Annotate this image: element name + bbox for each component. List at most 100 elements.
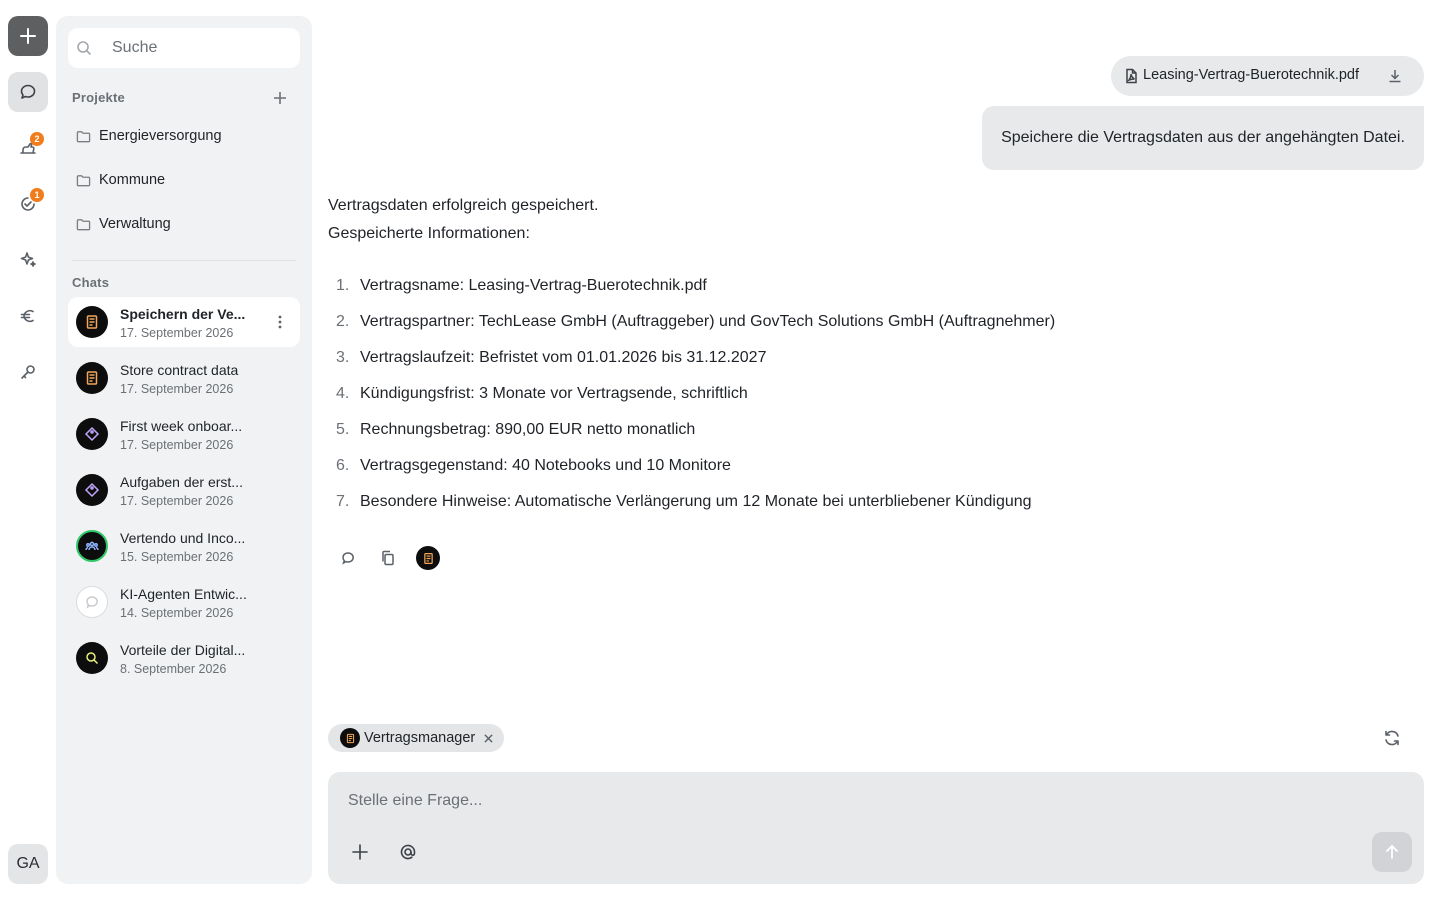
key-icon: [21, 365, 35, 379]
chat-bubble-icon: [20, 84, 36, 99]
list-item-text: Kündigungsfrist: 3 Monate vor Vertragsen…: [360, 385, 748, 402]
chat-item[interactable]: KI-Agenten Entwic... 14. September 2026: [68, 577, 300, 627]
list-item-text: Vertragslaufzeit: Befristet vom 01.01.20…: [360, 349, 767, 366]
chat-date: 8. September 2026: [120, 662, 227, 676]
chat-date: 17. September 2026: [120, 382, 234, 396]
contract-icon: [423, 552, 433, 564]
user-avatar[interactable]: GA: [8, 844, 48, 884]
chat-item[interactable]: First week onboar... 17. September 2026: [68, 409, 300, 459]
assistant-reply: Vertragsdaten erfolgreich gespeichert. G…: [328, 192, 1424, 520]
project-item-energieversorgung[interactable]: Energieversorgung: [68, 118, 300, 154]
nav-rail: 2 1 GA: [0, 0, 56, 900]
project-item-kommune[interactable]: Kommune: [68, 162, 300, 198]
chat-date: 17. September 2026: [120, 326, 234, 340]
project-label: Kommune: [99, 172, 166, 188]
list-item: 4. Kündigungsfrist: 3 Monate vor Vertrags…: [328, 376, 1424, 412]
list-item: 2. Vertragspartner: TechLease GmbH (Auftr…: [328, 304, 1424, 340]
chat-title: Aufgaben der erst...: [120, 474, 243, 490]
chat-item[interactable]: Vorteile der Digital... 8. September 202…: [68, 633, 300, 683]
list-number: 7.: [336, 493, 350, 510]
list-number: 1.: [336, 277, 350, 294]
chat-title: Speichern der Ve...: [120, 306, 246, 322]
notification-badge: 2: [30, 132, 44, 146]
list-item: 1. Vertragsname: Leasing-Vertrag-Buerotec…: [328, 268, 1424, 304]
contract-icon: [76, 306, 108, 338]
folder-icon: [76, 130, 91, 142]
reply-intro-line: Gespeicherte Informationen:: [328, 225, 530, 242]
chat-title: KI-Agenten Entwic...: [120, 586, 247, 602]
agent-avatar-button[interactable]: [416, 546, 440, 570]
mention-button[interactable]: [394, 838, 422, 866]
list-item-text: Vertragspartner: TechLease GmbH (Auftrag…: [360, 313, 1056, 330]
chat-title: Vorteile der Digital...: [120, 642, 246, 658]
user-message-text: Speichere die Vertragsdaten aus der ange…: [1001, 129, 1405, 146]
send-button[interactable]: [1372, 832, 1412, 872]
search-icon: [76, 40, 92, 56]
chat-title: First week onboar...: [120, 418, 243, 434]
copy-icon: [382, 550, 394, 566]
copy-button[interactable]: [376, 546, 400, 570]
agents-nav-button[interactable]: [8, 240, 48, 280]
sparkle-icon: [20, 252, 36, 267]
remove-agent-button[interactable]: [480, 730, 496, 746]
list-item: 3. Vertragslaufzeit: Befristet vom 01.01.…: [328, 340, 1424, 376]
search-box[interactable]: [68, 28, 300, 68]
saved-info-list: 1. Vertragsname: Leasing-Vertrag-Buerotec…: [328, 268, 1424, 520]
chat-item[interactable]: Aufgaben der erst... 17. September 2026: [68, 465, 300, 515]
notifications-nav-button[interactable]: 2: [8, 128, 48, 168]
search-input[interactable]: [112, 36, 292, 60]
contract-icon: [340, 728, 360, 748]
project-item-verwaltung[interactable]: Verwaltung: [68, 206, 300, 242]
download-icon[interactable]: [1387, 68, 1403, 84]
list-item: 5. Rechnungsbetrag: 890,00 EUR netto mona…: [328, 412, 1424, 448]
reply-comment-button[interactable]: [336, 546, 360, 570]
message-input[interactable]: [348, 792, 1348, 818]
comment-icon: [342, 552, 354, 565]
list-number: 2.: [336, 313, 350, 330]
refresh-button[interactable]: [1380, 726, 1404, 750]
more-options-icon[interactable]: [272, 314, 288, 330]
list-number: 5.: [336, 421, 350, 438]
chats-heading: Chats: [72, 275, 110, 290]
costs-nav-button[interactable]: [8, 296, 48, 336]
pdf-file-icon: [1123, 68, 1139, 84]
refresh-icon: [1385, 730, 1399, 746]
attachment-chip[interactable]: Leasing-Vertrag-Buerotechnik.pdf: [1111, 56, 1424, 96]
composer: [328, 772, 1424, 884]
attach-button[interactable]: [346, 838, 374, 866]
new-chat-button[interactable]: [8, 16, 48, 56]
list-number: 3.: [336, 349, 350, 366]
tasks-nav-button[interactable]: 1: [8, 184, 48, 224]
chat-item[interactable]: Store contract data 17. September 2026: [68, 353, 300, 403]
list-item-text: Rechnungsbetrag: 890,00 EUR netto monatl…: [360, 421, 696, 438]
chat-item[interactable]: Speichern der Ve... 17. September 2026: [68, 297, 300, 347]
magnifier-icon: [76, 642, 108, 674]
chat-item[interactable]: Vertendo und Inco... 15. September 2026: [68, 521, 300, 571]
chats-nav-button[interactable]: [8, 72, 48, 112]
chat-title: Vertendo und Inco...: [120, 530, 246, 546]
user-message-bubble: Speichere die Vertragsdaten aus der ange…: [982, 106, 1424, 170]
euro-icon: [20, 309, 34, 323]
folder-icon: [76, 174, 91, 186]
chat-title: Store contract data: [120, 362, 239, 378]
list-item-text: Vertragsname: Leasing-Vertrag-Buerotechn…: [360, 277, 707, 294]
agent-label: Vertragsmanager: [364, 730, 476, 746]
list-item: 6. Vertragsgegenstand: 40 Notebooks und 1…: [328, 448, 1424, 484]
contract-icon: [76, 362, 108, 394]
sidebar: Projekte Energieversorgung Kommune Verwa…: [56, 16, 312, 884]
list-item: 7. Besondere Hinweise: Automatische Verlä…: [328, 484, 1424, 520]
chat-date: 17. September 2026: [120, 438, 234, 452]
keys-nav-button[interactable]: [8, 352, 48, 392]
selected-agent-chip[interactable]: Vertragsmanager: [328, 724, 504, 752]
task-badge: 1: [30, 188, 44, 202]
add-project-button[interactable]: [268, 86, 292, 110]
plus-icon: [20, 28, 36, 44]
plus-icon: [274, 92, 286, 104]
plus-icon: [352, 844, 368, 860]
project-label: Verwaltung: [99, 216, 171, 232]
chat-icon: [76, 586, 108, 618]
close-icon: [483, 733, 493, 743]
projects-heading: Projekte: [72, 90, 125, 105]
chat-date: 14. September 2026: [120, 606, 234, 620]
tag-icon: [76, 474, 108, 506]
